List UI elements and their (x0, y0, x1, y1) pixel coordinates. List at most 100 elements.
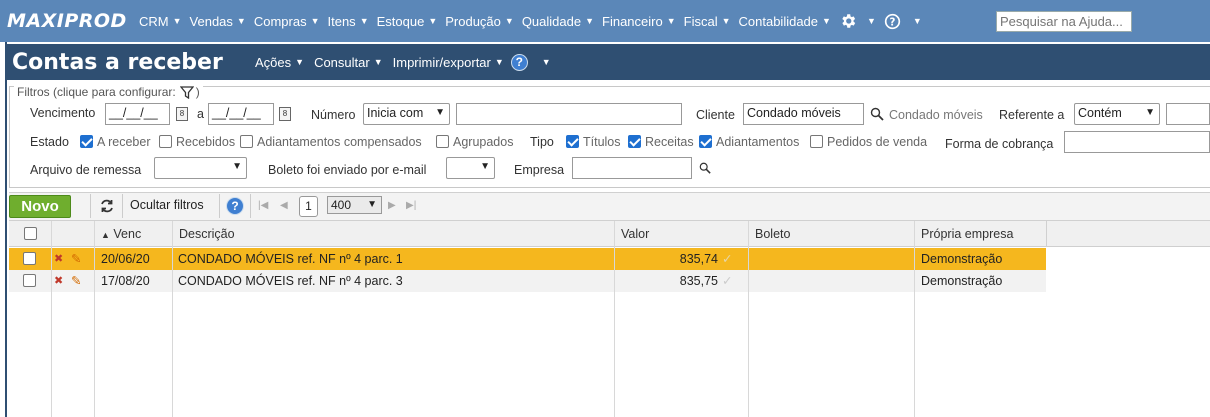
column-header-venc[interactable]: ▲ Venc (94, 221, 172, 247)
menu-vendas[interactable]: Vendas ▼ (186, 0, 250, 42)
page-titlebar: Contas a receber Ações ▼ Consultar ▼ Impri… (5, 44, 1210, 80)
edit-icon[interactable]: ✎ (71, 270, 81, 292)
numero-mode-select[interactable]: Inicia com ▼ (363, 103, 450, 125)
help-icon: ? (510, 53, 528, 71)
boleto-email-select[interactable]: ▼ (446, 157, 495, 179)
caret-down-icon: ▼ (541, 57, 551, 67)
caret-down-icon: ▼ (666, 16, 676, 26)
search-icon[interactable] (870, 107, 884, 121)
gear-icon (842, 14, 856, 28)
caret-down-icon: ▼ (504, 16, 514, 26)
column-separator (172, 221, 173, 417)
calendar-icon[interactable]: 8 (176, 107, 188, 121)
menu-financeiro[interactable]: Financeiro ▼ (598, 0, 680, 42)
estado-recebidos-checkbox[interactable] (159, 135, 172, 148)
numero-label: Número (311, 108, 356, 122)
tipo-receitas-label: Receitas (645, 135, 694, 149)
menu-contabilidade[interactable]: Contabilidade ▼ (735, 0, 835, 42)
calendar-icon[interactable]: 8 (279, 107, 291, 121)
tipo-pedidos-de-venda-checkbox[interactable] (810, 135, 823, 148)
filters-legend[interactable]: Filtros (clique para configurar: ) (14, 85, 203, 99)
chevron-down-icon: ▼ (480, 161, 490, 172)
filter-icon[interactable] (179, 85, 194, 99)
page-help-menu[interactable]: ? ▼ (509, 53, 556, 71)
caret-down-icon: ▼ (373, 57, 383, 67)
help-search-input[interactable] (996, 11, 1132, 32)
cell-descricao: CONDADO MÓVEIS ref. NF nº 4 parc. 3 (178, 274, 403, 288)
chevron-down-icon: ▼ (232, 161, 242, 172)
page-number-input[interactable]: 1 (299, 196, 318, 217)
table-row[interactable]: ✖ ✎ 17/08/20 CONDADO MÓVEIS ref. NF nº 4… (9, 270, 1046, 292)
caret-down-icon: ▼ (822, 16, 831, 26)
help-menu[interactable]: ? ▼ (880, 0, 926, 42)
refresh-icon[interactable] (99, 198, 115, 214)
menu-compras[interactable]: Compras ▼ (250, 0, 324, 42)
caret-down-icon: ▼ (866, 16, 876, 26)
select-all-checkbox[interactable] (24, 227, 37, 240)
vencimento-from-input[interactable]: __/__/__ (105, 103, 170, 125)
page-size-select[interactable]: 400 ▼ (327, 196, 382, 214)
table-row[interactable]: ✖ ✎ 20/06/20 CONDADO MÓVEIS ref. NF nº 4… (9, 248, 1046, 270)
vencimento-label: Vencimento (30, 106, 96, 120)
forma-cobranca-input[interactable] (1064, 131, 1210, 153)
menu-fiscal[interactable]: Fiscal ▼ (680, 0, 735, 42)
arquivo-remessa-select[interactable]: ▼ (154, 157, 247, 179)
last-page-icon[interactable]: ▶| (406, 200, 416, 211)
help-icon[interactable]: ? (226, 197, 244, 215)
empresa-input[interactable] (572, 157, 692, 179)
estado-recebidos-label: Recebidos (176, 135, 236, 149)
caret-down-icon: ▼ (236, 16, 246, 26)
column-header-descricao[interactable]: Descrição (172, 221, 614, 247)
row-checkbox[interactable] (23, 274, 36, 287)
tipo-adiantamentos-checkbox[interactable] (699, 135, 712, 148)
novo-button[interactable]: Novo (9, 195, 71, 218)
ocultar-filtros-button[interactable]: Ocultar filtros (130, 198, 204, 212)
vencimento-to-input[interactable]: __/__/__ (208, 103, 274, 125)
forma-cobranca-label: Forma de cobrança (945, 137, 1054, 151)
settings-menu[interactable]: ▼ (835, 0, 880, 42)
column-header-filler (1046, 221, 1210, 247)
first-page-icon[interactable]: |◀ (258, 200, 268, 211)
cell-valor: 835,74 (679, 252, 718, 266)
next-page-icon[interactable]: ▶ (388, 200, 396, 211)
column-header-propria-empresa[interactable]: Própria empresa (914, 221, 1046, 247)
column-header-valor[interactable]: Valor (614, 221, 748, 247)
actions-column-header (51, 221, 94, 247)
estado-agrupados-checkbox[interactable] (436, 135, 449, 148)
cell-venc: 17/08/20 (101, 274, 150, 288)
cliente-input[interactable]: Condado móveis (743, 103, 864, 125)
menu-producao[interactable]: Produção ▼ (441, 0, 518, 42)
search-icon[interactable] (699, 162, 711, 174)
tipo-receitas-checkbox[interactable] (628, 135, 641, 148)
tipo-titulos-label: Títulos (583, 135, 621, 149)
menu-estoque[interactable]: Estoque ▼ (373, 0, 442, 42)
referente-mode-select[interactable]: Contém ▼ (1074, 103, 1160, 125)
referente-input[interactable] (1166, 103, 1210, 125)
menu-crm[interactable]: CRM ▼ (135, 0, 186, 42)
estado-a-receber-checkbox[interactable] (80, 135, 93, 148)
estado-adiantamentos-compensados-checkbox[interactable] (240, 135, 253, 148)
prev-page-icon[interactable]: ◀ (280, 200, 288, 211)
edit-icon[interactable]: ✎ (71, 248, 81, 270)
numero-input[interactable] (456, 103, 682, 125)
row-checkbox[interactable] (23, 252, 36, 265)
cliente-resolved-name: Condado móveis (889, 108, 983, 122)
brand-logo[interactable]: MAXIPROD (0, 10, 135, 32)
tipo-titulos-checkbox[interactable] (566, 135, 579, 148)
caret-down-icon: ▼ (912, 16, 922, 26)
menu-qualidade[interactable]: Qualidade ▼ (518, 0, 598, 42)
estado-agrupados-label: Agrupados (453, 135, 514, 149)
referente-label: Referente a (999, 108, 1065, 122)
menu-itens[interactable]: Itens ▼ (324, 0, 373, 42)
column-header-boleto[interactable]: Boleto (748, 221, 914, 247)
date-range-separator: a (197, 107, 204, 121)
column-separator (748, 221, 749, 417)
caret-down-icon: ▼ (494, 57, 504, 67)
estado-adiantamentos-compensados-label: Adiantamentos compensados (257, 135, 422, 149)
delete-icon[interactable]: ✖ (54, 270, 63, 292)
delete-icon[interactable]: ✖ (54, 248, 63, 270)
menu-acoes[interactable]: Ações ▼ (250, 55, 309, 70)
menu-consultar[interactable]: Consultar ▼ (309, 55, 388, 70)
menu-imprimir-exportar[interactable]: Imprimir/exportar ▼ (388, 55, 509, 70)
caret-down-icon: ▼ (585, 16, 595, 26)
